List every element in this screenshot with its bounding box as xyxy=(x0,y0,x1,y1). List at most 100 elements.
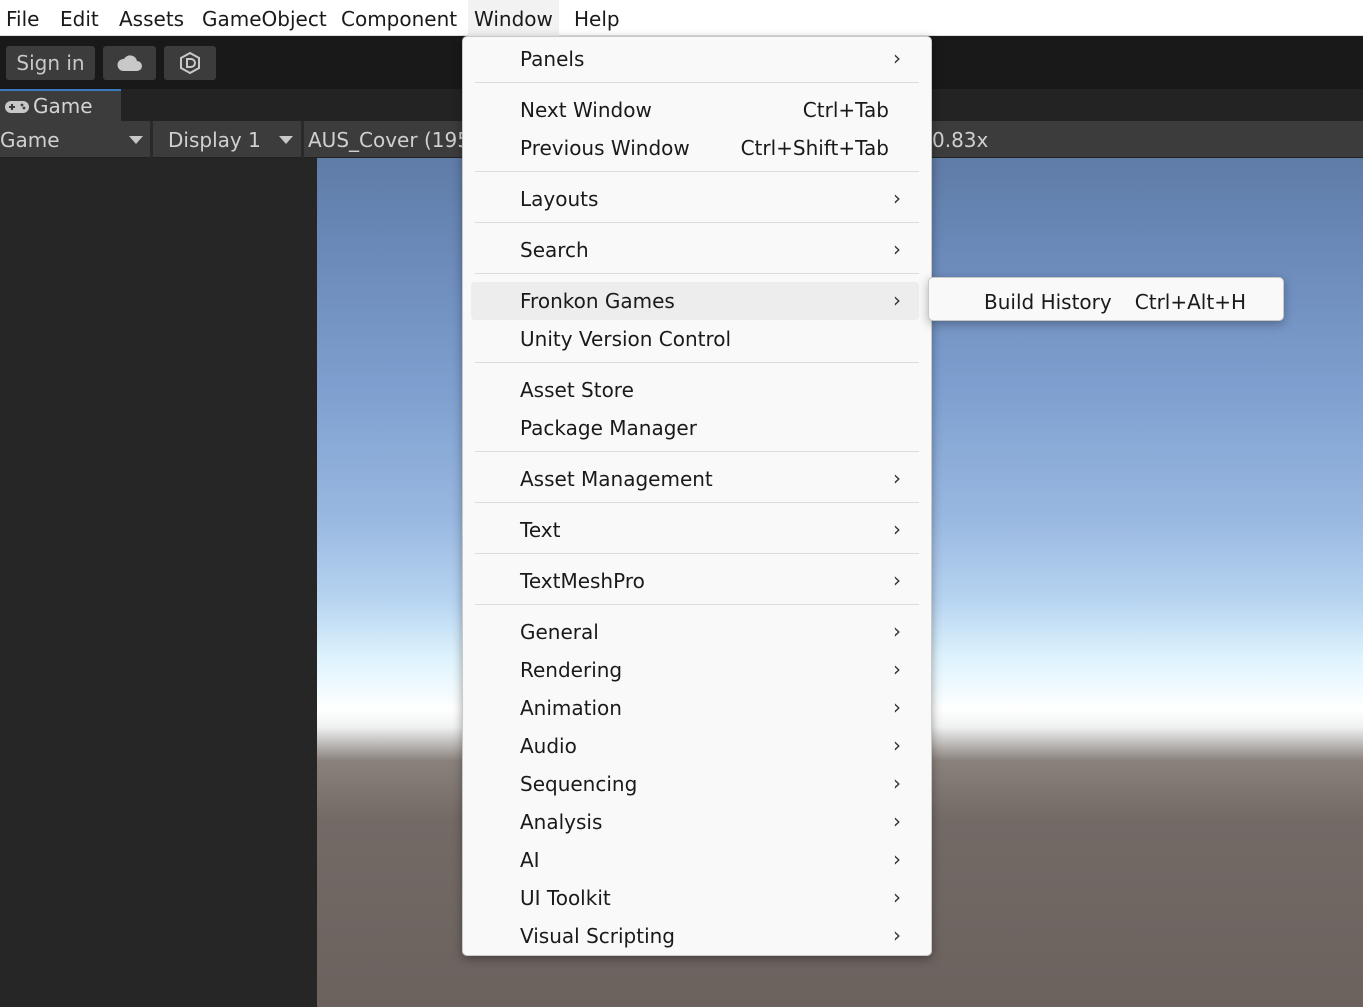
tab-game[interactable]: Game xyxy=(0,89,121,121)
chevron-right-icon: › xyxy=(893,619,901,643)
menu-item-label: Asset Store xyxy=(520,378,634,402)
menu-item-label: Asset Management xyxy=(520,467,713,491)
menu-item-visual-scripting[interactable]: Visual Scripting › xyxy=(471,917,919,955)
menu-item-label: Next Window xyxy=(520,98,652,122)
menu-item-text[interactable]: Text › xyxy=(471,511,919,549)
menu-item-asset-management[interactable]: Asset Management › xyxy=(471,460,919,498)
menu-item-label: TextMeshPro xyxy=(520,569,645,593)
menu-item-label: Rendering xyxy=(520,658,623,682)
menu-item-rendering[interactable]: Rendering › xyxy=(471,651,919,689)
chevron-right-icon: › xyxy=(893,809,901,833)
menu-item-label: General xyxy=(520,620,599,644)
menu-separator xyxy=(475,604,919,605)
view-mode-caret-icon xyxy=(129,136,143,144)
menu-separator xyxy=(475,171,919,172)
menu-item-label: Previous Window xyxy=(520,136,690,160)
window-menu: Panels › Next Window Ctrl+Tab Previous W… xyxy=(462,36,932,956)
menu-separator xyxy=(475,502,919,503)
menu-item-sequencing[interactable]: Sequencing › xyxy=(471,765,919,803)
cloud-icon xyxy=(116,55,142,71)
menu-item-search[interactable]: Search › xyxy=(471,231,919,269)
menu-item-package-manager[interactable]: Package Manager xyxy=(471,409,919,447)
menu-separator xyxy=(475,451,919,452)
menu-component[interactable]: Component xyxy=(335,0,463,36)
menu-item-analysis[interactable]: Analysis › xyxy=(471,803,919,841)
menu-item-label: Fronkon Games xyxy=(520,289,675,313)
menu-item-ui-toolkit[interactable]: UI Toolkit › xyxy=(471,879,919,917)
menu-item-next-window[interactable]: Next Window Ctrl+Tab xyxy=(471,91,919,129)
chevron-right-icon: › xyxy=(893,288,901,312)
sign-in-button[interactable]: Sign in xyxy=(6,46,95,80)
menu-item-label: Sequencing xyxy=(520,772,638,796)
menu-item-label: Search xyxy=(520,238,589,262)
menu-item-label: Build History xyxy=(984,290,1112,314)
display-dropdown[interactable]: Display 1 xyxy=(168,121,301,158)
menu-item-fronkon-games[interactable]: Fronkon Games › xyxy=(471,282,919,320)
menu-item-build-history[interactable]: Build History Ctrl+Alt+H xyxy=(934,280,1278,318)
display-caret-icon xyxy=(279,136,293,144)
menu-item-layouts[interactable]: Layouts › xyxy=(471,180,919,218)
menu-item-unity-version-control[interactable]: Unity Version Control xyxy=(471,320,919,358)
menu-item-shortcut: Ctrl+Shift+Tab xyxy=(740,136,889,160)
menu-help[interactable]: Help xyxy=(568,0,626,36)
unity-services-button[interactable] xyxy=(164,46,216,80)
menu-item-asset-store[interactable]: Asset Store xyxy=(471,371,919,409)
menu-item-audio[interactable]: Audio › xyxy=(471,727,919,765)
menu-item-label: Layouts xyxy=(520,187,599,211)
menu-item-label: Animation xyxy=(520,696,622,720)
menu-item-label: Text xyxy=(520,518,561,542)
main-menu-bar: File Edit Assets GameObject Component Wi… xyxy=(0,0,1363,36)
display-value: Display 1 xyxy=(168,128,261,152)
menu-item-label: Visual Scripting xyxy=(520,924,675,948)
chevron-right-icon: › xyxy=(893,466,901,490)
menu-edit[interactable]: Edit xyxy=(54,0,105,36)
chevron-right-icon: › xyxy=(893,657,901,681)
menu-item-ai[interactable]: AI › xyxy=(471,841,919,879)
menu-item-panels[interactable]: Panels › xyxy=(471,40,919,78)
menu-assets[interactable]: Assets xyxy=(113,0,190,36)
menu-item-label: Panels xyxy=(520,47,585,71)
menu-item-textmeshpro[interactable]: TextMeshPro › xyxy=(471,562,919,600)
tab-game-label: Game xyxy=(33,94,93,118)
menu-separator xyxy=(475,362,919,363)
menu-item-label: AI xyxy=(520,848,540,872)
divider xyxy=(301,121,304,158)
chevron-right-icon: › xyxy=(893,885,901,909)
menu-item-label: Analysis xyxy=(520,810,603,834)
resolution-value: AUS_Cover (195 xyxy=(308,128,463,152)
menu-file[interactable]: File xyxy=(0,0,45,36)
menu-item-label: UI Toolkit xyxy=(520,886,611,910)
menu-item-shortcut: Ctrl+Tab xyxy=(802,98,889,122)
menu-item-label: Unity Version Control xyxy=(520,327,732,351)
menu-item-previous-window[interactable]: Previous Window Ctrl+Shift+Tab xyxy=(471,129,919,167)
resolution-dropdown[interactable]: AUS_Cover (195 xyxy=(308,121,463,158)
game-view-letterbox xyxy=(0,158,317,1007)
chevron-right-icon: › xyxy=(893,517,901,541)
chevron-right-icon: › xyxy=(893,695,901,719)
menu-separator xyxy=(475,82,919,83)
menu-window[interactable]: Window xyxy=(468,0,559,36)
chevron-right-icon: › xyxy=(893,568,901,592)
chevron-right-icon: › xyxy=(893,733,901,757)
view-mode-value: Game xyxy=(0,128,60,152)
menu-item-animation[interactable]: Animation › xyxy=(471,689,919,727)
unity-services-icon xyxy=(180,51,200,75)
menu-item-general[interactable]: General › xyxy=(471,613,919,651)
chevron-right-icon: › xyxy=(893,186,901,210)
menu-item-label: Audio xyxy=(520,734,577,758)
divider xyxy=(150,121,153,158)
chevron-right-icon: › xyxy=(893,46,901,70)
menu-gameobject[interactable]: GameObject xyxy=(196,0,333,36)
chevron-right-icon: › xyxy=(893,923,901,947)
menu-separator xyxy=(475,273,919,274)
fronkon-games-submenu: Build History Ctrl+Alt+H xyxy=(928,277,1284,321)
menu-separator xyxy=(475,222,919,223)
chevron-right-icon: › xyxy=(893,771,901,795)
menu-separator xyxy=(475,553,919,554)
scale-readout[interactable]: 0.83x xyxy=(932,121,1012,158)
gamepad-icon xyxy=(5,101,29,113)
chevron-right-icon: › xyxy=(893,847,901,871)
menu-item-shortcut: Ctrl+Alt+H xyxy=(1134,290,1246,314)
view-mode-dropdown[interactable]: Game xyxy=(0,121,150,158)
cloud-button[interactable] xyxy=(103,46,156,80)
